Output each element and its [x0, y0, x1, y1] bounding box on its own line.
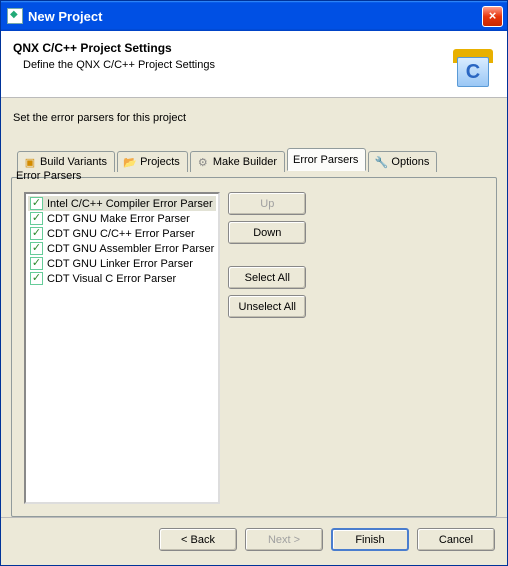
- tab-area: ▣Build Variants📂Projects⚙Make BuilderErr…: [11, 148, 497, 517]
- header-text: QNX C/C++ Project Settings Define the QN…: [13, 41, 451, 89]
- tab-build-variants[interactable]: ▣Build Variants: [17, 151, 115, 172]
- parser-label: CDT Visual C Error Parser: [47, 273, 176, 285]
- build-icon: ▣: [23, 155, 37, 169]
- dialog-window: New Project × QNX C/C++ Project Settings…: [0, 0, 508, 566]
- next-button[interactable]: Next >: [245, 528, 323, 551]
- parser-row[interactable]: ✓ CDT GNU Make Error Parser: [28, 211, 216, 226]
- parser-label: CDT GNU Linker Error Parser: [47, 258, 193, 270]
- parser-checkbox[interactable]: ✓: [30, 257, 43, 270]
- parser-label: CDT GNU C/C++ Error Parser: [47, 228, 195, 240]
- app-icon: [7, 8, 23, 24]
- header: QNX C/C++ Project Settings Define the QN…: [1, 31, 507, 98]
- c-project-icon: C: [451, 45, 495, 89]
- close-button[interactable]: ×: [482, 6, 503, 27]
- tab-projects[interactable]: 📂Projects: [117, 151, 188, 172]
- parsers-column: ✓ Intel C/C++ Compiler Error Parser ✓ CDT G…: [24, 192, 220, 504]
- titlebar: New Project ×: [1, 1, 507, 31]
- parser-checkbox[interactable]: ✓: [30, 272, 43, 285]
- down-button[interactable]: Down: [228, 221, 306, 244]
- tab-strip: ▣Build Variants📂Projects⚙Make BuilderErr…: [11, 148, 497, 171]
- select-all-button[interactable]: Select All: [228, 266, 306, 289]
- unselect-all-button[interactable]: Unselect All: [228, 295, 306, 318]
- folder-icon: 📂: [123, 155, 137, 169]
- back-button[interactable]: < Back: [159, 528, 237, 551]
- error-parsers-list[interactable]: ✓ Intel C/C++ Compiler Error Parser ✓ CDT G…: [24, 192, 220, 504]
- body: Set the error parsers for this project ▣…: [1, 98, 507, 517]
- up-button[interactable]: Up: [228, 192, 306, 215]
- instruction-text: Set the error parsers for this project: [13, 112, 495, 124]
- tab-label: Error Parsers: [293, 154, 358, 166]
- tab-label: Projects: [140, 156, 180, 168]
- tab-label: Options: [391, 156, 429, 168]
- tab-make-builder[interactable]: ⚙Make Builder: [190, 151, 285, 172]
- parser-row[interactable]: ✓ CDT GNU C/C++ Error Parser: [28, 226, 216, 241]
- window-title: New Project: [28, 9, 482, 24]
- side-button-column: Up Down Select All Unselect All: [228, 192, 306, 504]
- tab-label: Build Variants: [40, 156, 107, 168]
- error-parsers-group: Error Parsers ✓Intel C/C++ Compiler Erro…: [11, 177, 497, 517]
- finish-button[interactable]: Finish: [331, 528, 409, 551]
- cancel-button[interactable]: Cancel: [417, 528, 495, 551]
- parser-label: Intel C/C++ Compiler Error Parser: [47, 198, 213, 210]
- tab-label: Make Builder: [213, 156, 277, 168]
- parser-checkbox[interactable]: ✓: [30, 212, 43, 225]
- group-content: ✓ Intel C/C++ Compiler Error Parser ✓ CDT G…: [18, 188, 312, 510]
- tab-options[interactable]: 🔧Options: [368, 151, 437, 172]
- parser-checkbox[interactable]: ✓: [30, 242, 43, 255]
- parser-row[interactable]: ✓ Intel C/C++ Compiler Error Parser: [28, 196, 216, 211]
- tab-error-parsers[interactable]: Error Parsers: [287, 148, 366, 171]
- parser-row[interactable]: ✓ CDT Visual C Error Parser: [28, 271, 216, 286]
- parser-row[interactable]: ✓ CDT GNU Assembler Error Parser: [28, 241, 216, 256]
- page-title: QNX C/C++ Project Settings: [13, 41, 451, 55]
- wizard-footer: < Back Next > Finish Cancel: [1, 517, 507, 565]
- parser-row[interactable]: ✓ CDT GNU Linker Error Parser: [28, 256, 216, 271]
- options-icon: 🔧: [374, 155, 388, 169]
- parser-checkbox[interactable]: ✓: [30, 197, 43, 210]
- group-label: Error Parsers: [14, 170, 83, 182]
- page-subtitle: Define the QNX C/C++ Project Settings: [13, 59, 451, 71]
- parser-checkbox[interactable]: ✓: [30, 227, 43, 240]
- parser-label: CDT GNU Assembler Error Parser: [47, 243, 214, 255]
- parser-label: CDT GNU Make Error Parser: [47, 213, 190, 225]
- icon-letter: C: [466, 61, 480, 84]
- make-icon: ⚙: [196, 155, 210, 169]
